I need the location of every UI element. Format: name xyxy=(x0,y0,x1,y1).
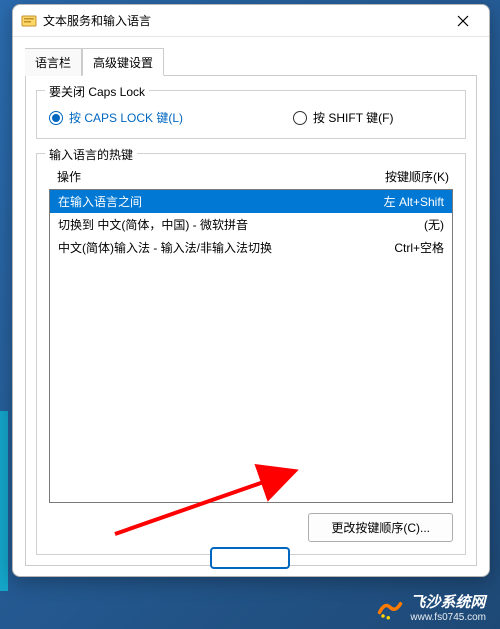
list-action: 中文(简体)输入法 - 输入法/非输入法切换 xyxy=(58,239,364,256)
hotkey-group: 输入语言的热键 操作 按键顺序(K) 在输入语言之间 左 Alt+Shift 切… xyxy=(36,153,466,555)
change-key-sequence-button[interactable]: 更改按键顺序(C)... xyxy=(308,513,453,542)
header-key: 按键顺序(K) xyxy=(385,168,449,185)
background-button xyxy=(210,547,290,569)
tab-advanced-keys[interactable]: 高级键设置 xyxy=(82,48,164,76)
list-item[interactable]: 在输入语言之间 左 Alt+Shift xyxy=(50,190,452,213)
watermark: 飞沙系统网 www.fs0745.com xyxy=(376,595,486,623)
list-item[interactable]: 切换到 中文(简体，中国) - 微软拼音 (无) xyxy=(50,213,452,236)
watermark-url: www.fs0745.com xyxy=(410,612,486,623)
capslock-group-title: 要关闭 Caps Lock xyxy=(45,83,149,100)
list-key: 左 Alt+Shift xyxy=(364,193,444,210)
hotkey-list[interactable]: 在输入语言之间 左 Alt+Shift 切换到 中文(简体，中国) - 微软拼音… xyxy=(49,189,453,503)
radio-label: 按 CAPS LOCK 键(L) xyxy=(69,109,183,126)
titlebar: 文本服务和输入语言 xyxy=(13,5,489,37)
list-key: Ctrl+空格 xyxy=(364,239,444,256)
tab-strip: 语言栏 高级键设置 xyxy=(13,37,489,75)
radio-icon xyxy=(293,111,307,125)
header-action: 操作 xyxy=(57,168,385,185)
list-key: (无) xyxy=(364,216,444,233)
tab-panel: 要关闭 Caps Lock 按 CAPS LOCK 键(L) 按 SHIFT 键… xyxy=(25,75,477,566)
radio-shift[interactable]: 按 SHIFT 键(F) xyxy=(293,109,393,126)
radio-label: 按 SHIFT 键(F) xyxy=(313,109,393,126)
watermark-logo-icon xyxy=(376,595,404,623)
dialog-window: 文本服务和输入语言 语言栏 高级键设置 要关闭 Caps Lock 按 CAPS… xyxy=(12,4,490,577)
close-icon xyxy=(457,15,469,27)
radio-icon xyxy=(49,111,63,125)
list-action: 切换到 中文(简体，中国) - 微软拼音 xyxy=(58,216,364,233)
watermark-title: 飞沙系统网 xyxy=(410,595,486,612)
list-header: 操作 按键顺序(K) xyxy=(49,168,453,189)
tab-language-bar[interactable]: 语言栏 xyxy=(25,48,82,76)
list-action: 在输入语言之间 xyxy=(58,193,364,210)
app-icon xyxy=(21,13,37,29)
hotkey-group-title: 输入语言的热键 xyxy=(45,146,137,163)
window-title: 文本服务和输入语言 xyxy=(43,12,445,29)
capslock-group: 要关闭 Caps Lock 按 CAPS LOCK 键(L) 按 SHIFT 键… xyxy=(36,90,466,139)
list-item[interactable]: 中文(简体)输入法 - 输入法/非输入法切换 Ctrl+空格 xyxy=(50,236,452,259)
radio-caps-lock[interactable]: 按 CAPS LOCK 键(L) xyxy=(49,109,183,126)
close-button[interactable] xyxy=(445,7,481,35)
